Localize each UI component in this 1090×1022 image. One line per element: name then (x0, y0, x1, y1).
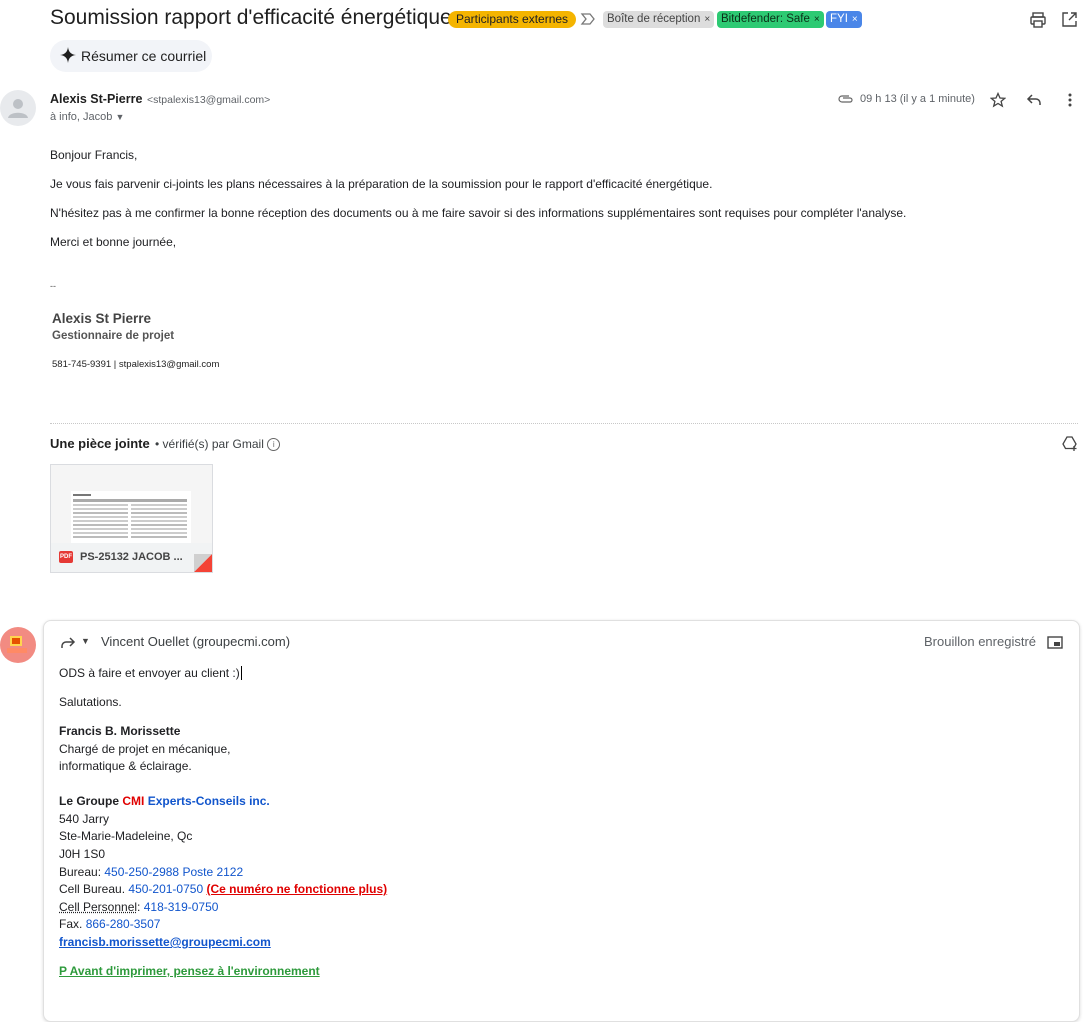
phone-link[interactable]: 418-319-0750 (144, 900, 219, 914)
pdf-icon: PDF (59, 551, 73, 563)
reply-line: Salutations. (59, 695, 122, 709)
company-cmi: CMI (122, 794, 145, 808)
summarize-email-button[interactable]: Résumer ce courriel (50, 40, 212, 72)
attachments-title: Une pièce jointe (50, 436, 150, 451)
reply-sig-title: Chargé de projet en mécanique, (59, 742, 231, 756)
message-time: 09 h 13 (il y a 1 minute) (860, 93, 975, 105)
phone-link[interactable]: 450-201-0750 (128, 882, 203, 896)
reply-sig-address: Ste-Marie-Madeleine, Qc (59, 829, 193, 843)
user-avatar[interactable] (0, 627, 36, 663)
reply-sig-phone-cell-personal: Cell Personnel: 418-319-0750 (59, 900, 219, 914)
remove-label-icon[interactable]: × (704, 14, 710, 25)
more-options-icon[interactable] (1064, 92, 1076, 108)
reply-sig-phone-cell-office: Cell Bureau. 450-201-0750 (Ce numéro ne … (59, 882, 387, 896)
signature-separator: -- (50, 281, 56, 291)
info-icon[interactable]: i (267, 438, 281, 452)
label-fyi[interactable]: FYI × (826, 11, 862, 28)
fax-label: Fax. (59, 917, 83, 931)
signature-contact: 581-745-9391 | stpalexis13@gmail.com (52, 359, 220, 370)
pdf-preview-thumbnail (71, 491, 191, 543)
signature-title: Gestionnaire de projet (52, 330, 175, 342)
body-paragraph: Je vous fais parvenir ci-joints les plan… (50, 177, 713, 191)
reply-sig-title: informatique & éclairage. (59, 759, 192, 773)
remove-label-icon[interactable]: × (814, 14, 820, 25)
reply-sig-address: 540 Jarry (59, 812, 110, 826)
label-importance-icon[interactable] (580, 12, 596, 26)
forward-icon[interactable] (60, 636, 76, 650)
reply-compose-card[interactable] (43, 620, 1080, 1022)
label-external-text: Participants externes (456, 12, 569, 26)
remove-label-icon[interactable]: × (852, 14, 858, 25)
eco-message-link[interactable]: P Avant d'imprimer, pensez à l'environne… (59, 964, 320, 978)
star-icon[interactable] (990, 92, 1006, 108)
pdf-corner-fold-icon (194, 554, 212, 572)
add-to-drive-icon[interactable] (1061, 435, 1078, 452)
phone-label: Bureau: (59, 865, 102, 879)
open-new-window-icon[interactable] (1061, 11, 1078, 28)
recipients-line[interactable]: à info, Jacob ▼ (50, 111, 124, 123)
reply-sig-phone-office: Bureau: 450-250-2988 Poste 2122 (59, 865, 243, 879)
signature-name: Alexis St Pierre (52, 311, 152, 326)
company-suffix: Experts-Conseils inc. (147, 794, 270, 808)
label-bitdefender-text: Bitdefender: Safe (721, 13, 810, 25)
reply-sig-address: J0H 1S0 (59, 847, 106, 861)
phone-link[interactable]: 450-250-2988 Poste 2122 (104, 865, 243, 879)
attachment-clip-icon (838, 95, 853, 103)
body-closing: Merci et bonne journée, (50, 235, 177, 249)
company-prefix: Le Groupe (59, 794, 120, 808)
reply-sig-name: Francis B. Morissette (59, 724, 181, 738)
reply-sig-fax: Fax. 866-280-3507 (59, 917, 160, 931)
label-fyi-text: FYI (830, 13, 848, 25)
sender-name[interactable]: Alexis St-Pierre (50, 92, 142, 106)
reply-line: ODS à faire et envoyer au client :) (59, 666, 240, 680)
sender-email: <stpalexis13@gmail.com> (147, 94, 271, 106)
phone-label: Cell Bureau. (59, 882, 126, 896)
label-inbox-text: Boîte de réception (607, 13, 701, 25)
sparkle-icon (60, 47, 76, 63)
fax-link[interactable]: 866-280-3507 (86, 917, 161, 931)
attachment-name: PS-25132 JACOB ... (80, 551, 183, 563)
body-paragraph: N'hésitez pas à me confirmer la bonne ré… (50, 206, 907, 220)
phone-warning: (Ce numéro ne fonctionne plus) (206, 882, 388, 896)
recipients-text: à info, Jacob (50, 111, 113, 123)
reply-recipient[interactable]: Vincent Ouellet (groupecmi.com) (101, 634, 290, 649)
default-person-icon (8, 99, 28, 118)
verified-text: • vérifié(s) par Gmail (155, 437, 264, 451)
label-external-participants[interactable]: Participants externes (448, 11, 577, 28)
label-bitdefender[interactable]: Bitdefender: Safe × (717, 11, 824, 28)
attachment-card[interactable]: PDF PS-25132 JACOB ... (50, 464, 213, 573)
print-icon[interactable] (1029, 11, 1047, 29)
summarize-label: Résumer ce courriel (81, 48, 207, 64)
pop-out-icon[interactable] (1047, 636, 1063, 649)
chevron-down-icon[interactable]: ▼ (115, 112, 124, 122)
email-subject: Soumission rapport d'efficacité énergéti… (50, 6, 452, 29)
attachments-verified: • vérifié(s) par Gmail i (155, 437, 281, 452)
reply-type-dropdown-icon[interactable]: ▼ (81, 636, 90, 646)
phone-label: Cell Personnel (59, 900, 138, 914)
reply-body-input[interactable]: ODS à faire et envoyer au client :) (59, 666, 242, 680)
attachments-divider (50, 423, 1078, 424)
text-cursor (240, 666, 242, 680)
label-inbox[interactable]: Boîte de réception × (603, 11, 715, 28)
sender-avatar[interactable] (0, 90, 36, 126)
draft-status: Brouillon enregistré (924, 634, 1037, 649)
reply-sig-company: Le Groupe CMI Experts-Conseils inc. (59, 794, 270, 808)
reply-sig-email-link[interactable]: francisb.morissette@groupecmi.com (59, 935, 271, 949)
body-greeting: Bonjour Francis, (50, 148, 138, 162)
reply-icon[interactable] (1026, 92, 1042, 108)
